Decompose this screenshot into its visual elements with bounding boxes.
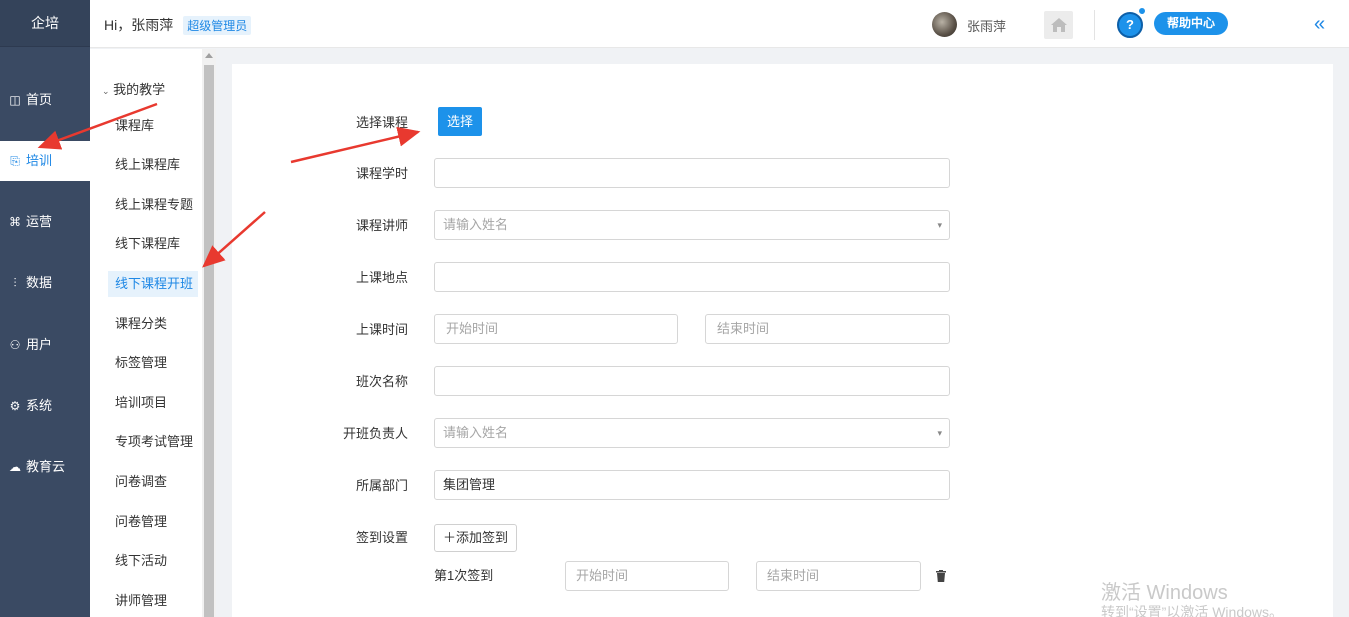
sidebar-item-label: 用户 xyxy=(26,337,53,352)
submenu-scrollbar[interactable] xyxy=(202,49,216,617)
cloud-icon: ☁ xyxy=(9,460,21,474)
operations-icon: ⌘ xyxy=(9,215,21,229)
submenu-item-4[interactable]: 线下课程开班 xyxy=(108,271,198,297)
home-button[interactable] xyxy=(1044,11,1073,39)
windows-activation-watermark: 激活 Windows xyxy=(1101,582,1228,604)
location-label: 上课地点 xyxy=(355,270,408,285)
signin-start-input[interactable]: 开始时间 xyxy=(565,561,729,591)
class-name-input[interactable] xyxy=(434,366,950,396)
brand-logo: 企培 xyxy=(0,0,90,47)
dept-input[interactable]: 集团管理 xyxy=(434,470,950,500)
owner-placeholder: 请输入姓名 xyxy=(443,425,509,440)
select-course-button[interactable]: 选择 xyxy=(438,107,482,136)
help-center-button[interactable]: 帮助中心 xyxy=(1154,12,1228,35)
select-course-row: 选择课程 xyxy=(232,112,408,130)
dept-row: 所属部门 xyxy=(232,475,408,493)
avatar[interactable] xyxy=(932,12,957,37)
course-class-form: 选择课程 选择 课程学时 课程讲师 请输入姓名 ▾ 上课地点 上课时间 开始时间… xyxy=(232,64,1333,617)
lecturer-placeholder: 请输入姓名 xyxy=(443,217,509,232)
hours-row: 课程学时 xyxy=(232,163,408,181)
sidebar-item-2[interactable]: ⌘ 运营 xyxy=(0,202,90,242)
time-label: 上课时间 xyxy=(355,322,408,337)
chevron-down-icon: ⌄ xyxy=(102,86,110,96)
owner-row: 开班负责人 xyxy=(232,423,408,441)
main-sidebar: 企培 ◫ 首页 ⎘ 培训 ⌘ 运营 ⫶ 数据 ⚇ 用户 ⚙ 系统 ☁ 教育云 xyxy=(0,0,90,617)
header-divider xyxy=(1094,10,1095,40)
signin-end-input[interactable]: 结束时间 xyxy=(756,561,921,591)
sidebar-item-label: 首页 xyxy=(26,92,53,107)
owner-label: 开班负责人 xyxy=(342,426,408,441)
submenu-item-12[interactable]: 讲师管理 xyxy=(108,588,198,614)
hours-input[interactable] xyxy=(434,158,950,188)
trash-icon[interactable] xyxy=(935,570,947,582)
add-signin-button[interactable]: ＋添加签到 xyxy=(434,524,517,552)
submenu-item-11[interactable]: 线下活动 xyxy=(108,548,198,574)
windows-activation-hint: 转到“设置”以激活 Windows。 xyxy=(1101,604,1284,617)
greeting: Hi，张雨萍 超级管理员 xyxy=(104,15,252,35)
scroll-thumb[interactable] xyxy=(204,65,214,617)
greeting-text: Hi，张雨萍 xyxy=(104,17,174,33)
submenu-item-9[interactable]: 问卷调查 xyxy=(108,469,198,495)
sidebar-item-0[interactable]: ◫ 首页 xyxy=(0,80,90,120)
sidebar-item-1[interactable]: ⎘ 培训 xyxy=(0,141,90,181)
submenu-group-title[interactable]: ⌄ 我的教学 xyxy=(102,79,165,98)
sidebar-item-label: 数据 xyxy=(26,275,53,290)
dropdown-caret-icon: ▾ xyxy=(937,220,942,230)
lecturer-label: 课程讲师 xyxy=(355,218,408,233)
time-row: 上课时间 xyxy=(232,319,408,337)
submenu-item-6[interactable]: 标签管理 xyxy=(108,350,198,376)
sidebar-item-5[interactable]: ⚙ 系统 xyxy=(0,386,90,426)
submenu-group-label: 我的教学 xyxy=(113,82,166,97)
home-icon xyxy=(1050,18,1067,32)
help-dot-icon xyxy=(1139,8,1145,14)
submenu-item-7[interactable]: 培训项目 xyxy=(108,390,198,416)
role-badge: 超级管理员 xyxy=(183,15,252,35)
help-question-icon[interactable]: ? xyxy=(1117,12,1143,38)
submenu-item-0[interactable]: 课程库 xyxy=(108,113,198,139)
settings-icon: ⚙ xyxy=(9,399,21,413)
data-chart-icon: ⫶ xyxy=(13,276,17,290)
user-name[interactable]: 张雨萍 xyxy=(967,16,1006,35)
signin-row: 签到设置 xyxy=(232,527,408,545)
submenu-item-3[interactable]: 线下课程库 xyxy=(108,231,198,257)
sidebar-item-6[interactable]: ☁ 教育云 xyxy=(0,447,90,487)
lecturer-row: 课程讲师 xyxy=(232,215,408,233)
lecturer-select[interactable]: 请输入姓名 ▾ xyxy=(434,210,950,240)
collapse-icon[interactable]: « xyxy=(1314,14,1325,34)
secondary-menu: ⌄ 我的教学 课程库线上课程库线上课程专题 线下课程库线下课程开班 课程分类标签管理… xyxy=(90,49,202,617)
hours-label: 课程学时 xyxy=(355,166,408,181)
submenu-item-5[interactable]: 课程分类 xyxy=(108,311,198,337)
sidebar-item-label: 培训 xyxy=(26,153,53,168)
class-name-row: 班次名称 xyxy=(232,371,408,389)
owner-select[interactable]: 请输入姓名 ▾ xyxy=(434,418,950,448)
class-name-label: 班次名称 xyxy=(355,374,408,389)
training-icon: ⎘ xyxy=(10,154,20,168)
sidebar-item-4[interactable]: ⚇ 用户 xyxy=(0,325,90,365)
location-input[interactable] xyxy=(434,262,950,292)
dropdown-caret-icon: ▾ xyxy=(937,428,942,438)
sidebar-item-label: 系统 xyxy=(26,398,53,413)
start-time-input[interactable]: 开始时间 xyxy=(434,314,678,344)
location-row: 上课地点 xyxy=(232,267,408,285)
end-time-input[interactable]: 结束时间 xyxy=(705,314,950,344)
user-icon: ⚇ xyxy=(9,338,21,352)
sidebar-item-label: 教育云 xyxy=(26,459,66,474)
submenu-item-1[interactable]: 线上课程库 xyxy=(108,152,198,178)
sidebar-item-3[interactable]: ⫶ 数据 xyxy=(0,263,90,303)
submenu-item-8[interactable]: 专项考试管理 xyxy=(108,429,198,455)
select-course-label: 选择课程 xyxy=(355,115,408,130)
top-header: Hi，张雨萍 超级管理员 张雨萍 ? 帮助中心 « xyxy=(90,0,1349,48)
signin-row-label: 第1次签到 xyxy=(434,568,494,583)
sidebar-item-label: 运营 xyxy=(26,214,53,229)
dashboard-icon: ◫ xyxy=(9,93,21,107)
submenu-item-2[interactable]: 线上课程专题 xyxy=(108,192,198,218)
submenu-item-10[interactable]: 问卷管理 xyxy=(108,509,198,535)
signin-label: 签到设置 xyxy=(355,530,408,545)
scroll-up-arrow-icon[interactable] xyxy=(205,53,213,58)
dept-label: 所属部门 xyxy=(355,478,408,493)
